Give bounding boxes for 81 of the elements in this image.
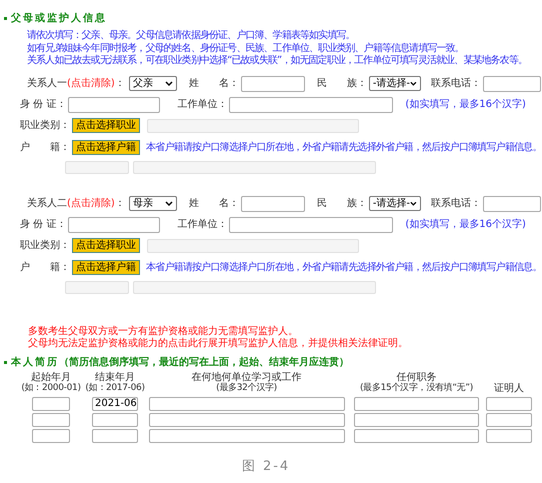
resume-field[interactable]: 2021-06 [92,396,138,410]
column-hint: (如：2017-06) [85,382,145,394]
work-hint: (如实填写，最多16个汉字) [405,218,526,232]
household-label: 户 籍： [20,140,70,155]
column-hint: (如：2000-01) [21,382,81,394]
figure-caption: 图 2-4 [242,458,290,476]
resume-field[interactable] [148,428,344,442]
resume-field[interactable] [148,396,344,410]
choose-household-button[interactable]: 点击选择户籍 [72,260,140,275]
household-label: 户 籍： [20,260,70,275]
section-subtitle: （简历信息倒序填写，最近的写在上面，起始、结束年月应连贯） [59,355,349,370]
column-header: 起始年月 [31,372,71,382]
phone-label: 联系电话： [430,196,481,211]
household-note: 本省户籍请按户口簿选择户口所在地，外省户籍请先选择外省户籍，然后按户口簿填写户籍信息。 [146,260,542,275]
id-field[interactable] [68,96,160,112]
chevron-icon [164,200,173,206]
resume-field[interactable] [148,412,344,426]
name-field[interactable] [240,76,305,92]
household-province-field [65,161,129,174]
work-hint: (如实填写，最多16个汉字) [405,98,526,112]
bullet-icon [4,361,7,364]
name-field[interactable] [240,196,305,212]
clear-link[interactable]: (点击清除) [67,196,115,211]
household-province-field [65,281,129,294]
occupation-label: 职业类别： [20,238,70,253]
chevron-icon [164,80,173,86]
resume-field[interactable] [32,396,70,410]
ethnicity-label: 民 族： [316,196,367,211]
name-label: 姓 名： [188,197,239,211]
instruction-text: 关系人如已故去或无法联系，可在职业类别中选择“已故或失联”，如无固定职业，工作单位可填写灵活就业、某某地务农等。 [27,55,528,68]
warning-text: 多数考生父母双方或一方有监护资格或能力无需填写监护人。 [28,326,299,338]
colon-label: ： [114,197,125,211]
id-label: 身 份 证： [20,218,66,232]
bullet-icon [4,16,7,20]
section-title: 父母或监护人信息 [11,11,107,26]
dropdown[interactable]: -请选择- [368,76,421,91]
dropdown[interactable]: 母亲 [128,196,177,211]
phone-field[interactable] [482,76,541,92]
dropdown[interactable]: 父亲 [128,76,177,91]
resume-field[interactable] [354,428,479,442]
chevron-icon [410,200,417,206]
contact-label: 关系人二 [27,196,67,211]
warning-text[interactable]: 父母均无法定监护资格或能力的点击此行展开填写监护人信息，并提供相关法律证明。 [28,338,542,350]
name-label: 姓 名： [188,77,239,91]
column-hint: (最多32个汉字) [216,382,277,394]
choose-household-button[interactable]: 点击选择户籍 [72,140,140,155]
resume-field[interactable] [354,412,479,426]
work-label: 工作单位： [177,218,228,232]
resume-field[interactable] [32,428,70,442]
resume-field[interactable] [32,412,70,426]
resume-field[interactable] [92,412,138,426]
choose-occupation-button[interactable]: 点击选择职业 [72,118,140,133]
work-field[interactable] [229,216,394,232]
work-label: 工作单位： [177,98,228,112]
clear-link[interactable]: (点击清除) [67,76,115,91]
id-field[interactable] [68,216,160,232]
section-title: 本人简历 [11,356,59,370]
resume-field[interactable] [486,412,532,426]
resume-field[interactable] [486,396,532,410]
ethnicity-label: 民 族： [316,76,367,91]
work-field[interactable] [229,96,394,112]
column-header: 结束年月 [95,372,135,382]
column-header: 在何地何单位学习或工作 [192,372,302,382]
choose-occupation-button[interactable]: 点击选择职业 [72,238,140,253]
id-label: 身 份 证： [20,98,66,112]
occupation-label: 职业类别： [20,118,70,133]
colon-label: ： [114,77,125,91]
resume-field[interactable] [92,428,138,442]
column-header: 证明人 [494,382,524,394]
contact-label: 关系人一 [27,76,67,91]
column-header: 任何职务 [396,372,436,382]
instruction-text: 如有兄弟姐妹今年同时报考，父母的姓名、身份证号、民族、工作单位、职业类别、户籍等信息请填写一致。 [27,42,465,54]
resume-field[interactable] [486,428,532,442]
column-hint: (最多15个汉字，没有填“无”) [360,382,473,394]
resume-field[interactable] [354,396,479,410]
phone-field[interactable] [482,196,541,212]
phone-label: 联系电话： [430,76,481,91]
household-note: 本省户籍请按户口簿选择户口所在地，外省户籍请先选择外省户籍，然后按户口簿填写户籍信息。 [146,140,542,155]
instruction-text: 请依次填写：父亲、母亲。父母信息请依据身份证、户口簿、学籍表等如实填写。 [27,30,356,42]
chevron-icon [410,80,417,86]
dropdown[interactable]: -请选择- [368,196,421,211]
